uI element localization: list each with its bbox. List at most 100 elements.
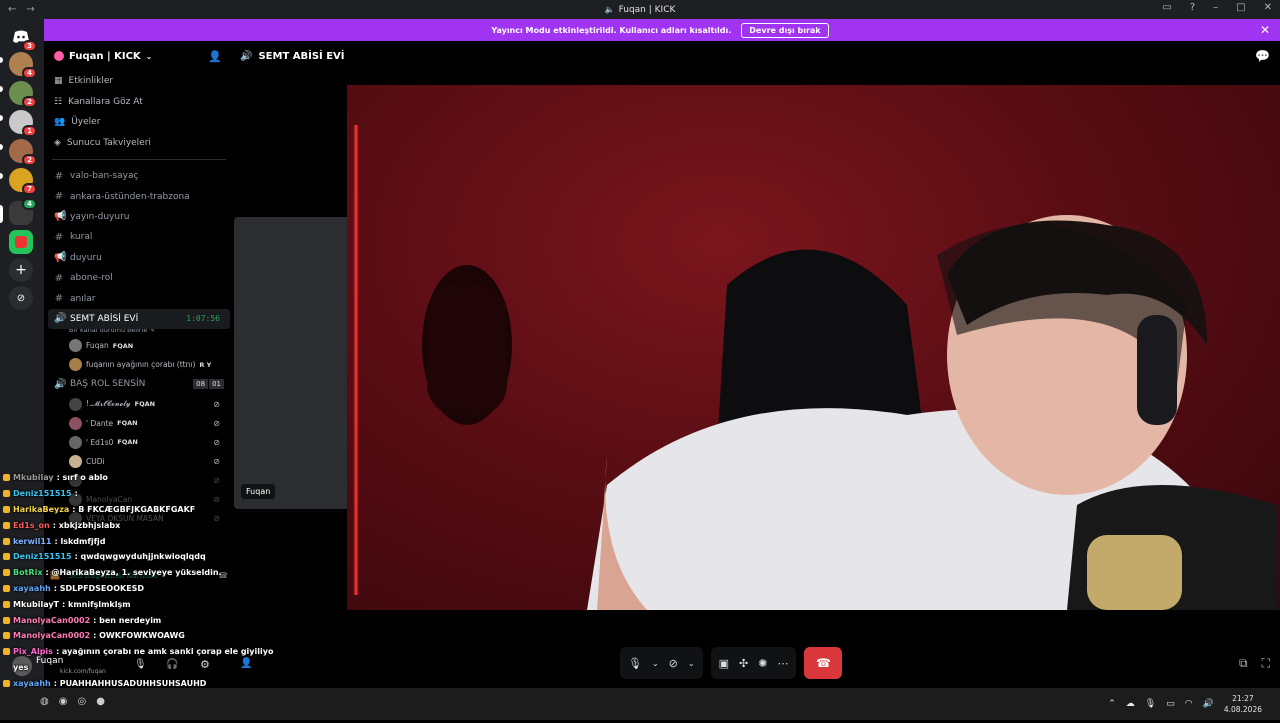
chat-username: ManolyaCan0002 <box>13 615 91 625</box>
explore-icon[interactable]: ⊘ <box>9 286 33 310</box>
voice-user[interactable]: ' Ed1s0 FQAN ⊘ <box>44 433 234 452</box>
close-banner-icon[interactable]: ✕ <box>1260 23 1270 37</box>
chat-message: ManolyaCan0002: ben nerdeyim <box>0 612 340 628</box>
stream-chat-overlay: Mkubilay: sırf o ablo Deniz151515: HarikaB… <box>0 470 376 723</box>
guild-header[interactable]: Fuqan | KICK ⌄ 👤 <box>44 41 234 71</box>
voice-channel-bas-rol-sensin[interactable]: 🔊 BAŞ ROL SENSİN 08 01 <box>44 374 234 394</box>
app-icon[interactable]: ◍ <box>40 696 49 707</box>
deafened-icon: ⊘ <box>213 456 220 466</box>
cloud-icon[interactable]: ☁ <box>1126 699 1135 709</box>
more-icon[interactable]: ⋯ <box>777 657 788 670</box>
kick-server-icon[interactable] <box>9 230 33 254</box>
deafened-icon: ⊘ <box>213 399 220 409</box>
call-controls: 🎙 ⌄ ⊘ ⌄ ▣ ✣ ✺ ⋯ ☎ <box>620 647 843 679</box>
microphone-icon[interactable]: 🎙 <box>628 657 642 670</box>
voice-user[interactable]: ' Dante FQAN ⊘ <box>44 414 234 433</box>
chat-username: ManolyaCan0002 <box>13 631 91 641</box>
app-icon[interactable]: ● <box>96 696 105 707</box>
app-icon[interactable]: ◉ <box>59 696 68 707</box>
chevron-down-icon[interactable]: ⌄ <box>688 659 695 668</box>
voice-user[interactable]: fuqanın ayağının çorabı (ttnı) R Y <box>44 355 234 374</box>
soundboard-icon[interactable]: ✺ <box>758 657 767 670</box>
channel-item[interactable]: # anılar <box>44 288 234 308</box>
minimize-icon[interactable]: – <box>1213 2 1218 13</box>
monitor-icon[interactable]: ▭ <box>1166 699 1175 709</box>
chat-text: : qwdqwgwyduhjjnkwioqlqdq <box>74 552 206 562</box>
unread-pill <box>0 115 3 121</box>
channel-item[interactable]: # abone-rol <box>44 268 234 288</box>
chat-badge-icon <box>3 505 10 513</box>
menu-events[interactable]: ▦ Etkinlikler <box>44 71 234 92</box>
voice-timer: 1:07:56 <box>186 314 220 324</box>
server-icon[interactable]: 4 <box>9 52 37 79</box>
wifi-icon[interactable]: ◠ <box>1185 699 1193 709</box>
chat-badge-icon <box>3 679 10 687</box>
chat-badge-icon <box>3 600 10 608</box>
leave-call-button[interactable]: ☎ <box>804 647 843 679</box>
chat-bubble-icon[interactable]: 💬 <box>1255 49 1270 63</box>
close-window-icon[interactable]: ✕ <box>1264 2 1272 13</box>
discord-home-icon[interactable]: 3 <box>9 25 37 52</box>
chat-message: ManolyaCan0002: OWKFOWKWOAWG <box>0 628 340 644</box>
avatar <box>69 435 82 449</box>
chat-message: Mkubilay: sırf o ablo <box>0 470 340 486</box>
fullscreen-icon[interactable]: ⛶ <box>1262 656 1270 671</box>
speaker-icon: 🔊 <box>54 313 67 325</box>
channel-item[interactable]: 📢 yayın-duyuru <box>44 207 234 227</box>
menu-members[interactable]: 👥 Üyeler <box>44 112 234 133</box>
unread-pill <box>0 173 3 179</box>
chat-username: Deniz151515 <box>13 489 72 499</box>
chevron-up-icon[interactable]: ⌃ <box>1108 699 1116 709</box>
voice-user[interactable]: !.𝓜𝓻𝓽𝓒𝓸𝓷𝓮𝓵𝔂 FQAN ⊘ <box>44 395 234 414</box>
activities-icon[interactable]: ✣ <box>739 657 748 670</box>
help-icon[interactable]: ? <box>1190 2 1195 13</box>
server-icon[interactable]: 2 <box>9 139 37 166</box>
voice-user[interactable]: Fuqan FQAN <box>44 336 234 355</box>
voice-user[interactable]: CUDi ⊘ <box>44 452 234 471</box>
voice-header: 🔊 SEMT ABİSİ EVİ 💬 <box>234 41 1280 71</box>
disable-streamer-mode-button[interactable]: Devre dışı bırak <box>741 22 829 38</box>
avatar <box>69 454 82 468</box>
volume-icon[interactable]: 🔊 <box>1203 699 1214 709</box>
server-icon[interactable]: 4 <box>9 198 37 225</box>
app-icon[interactable]: ◎ <box>77 696 86 707</box>
channel-item[interactable]: # valo-ban-sayaç <box>44 166 234 186</box>
popout-icon[interactable]: ⧉ <box>1239 656 1248 671</box>
invite-people-icon[interactable]: 👤 <box>208 50 222 63</box>
camera-off-icon[interactable]: ⊘ <box>669 657 678 670</box>
chevron-down-icon[interactable]: ⌄ <box>652 659 659 668</box>
menu-browse-channels[interactable]: ☷ Kanallara Göz At <box>44 92 234 113</box>
screen-share-icon[interactable]: ▣ <box>719 657 729 670</box>
participant-tile[interactable]: Fuqan <box>234 217 347 509</box>
channel-item[interactable]: 📢 duyuru <box>44 248 234 268</box>
server-badge: 4 <box>22 198 37 210</box>
server-icon[interactable]: 1 <box>9 110 37 137</box>
screen-share-video[interactable] <box>347 85 1280 610</box>
avatar <box>69 397 82 411</box>
chat-badge-icon <box>3 474 10 482</box>
server-icon[interactable]: 7 <box>9 168 37 195</box>
mic-tray-icon[interactable]: 🎙 <box>1145 699 1156 709</box>
clock[interactable]: 21:27 4.08.2026 <box>1224 693 1262 715</box>
stream-frame <box>347 85 1280 610</box>
streamer-mode-banner: Yayıncı Modu etkinleştirildi. Kullanıcı … <box>40 19 1280 41</box>
maximize-icon[interactable]: □ <box>1236 2 1245 13</box>
menu-server-boosts[interactable]: ◈ Sunucu Takviyeleri <box>44 133 234 154</box>
add-server-icon[interactable]: + <box>9 258 33 282</box>
server-badge: 4 <box>22 67 37 79</box>
channel-item[interactable]: # kural <box>44 227 234 247</box>
banner-text: Yayıncı Modu etkinleştirildi. Kullanıcı … <box>491 25 732 35</box>
chat-message: kerwil11: lskdmfjfjd <box>0 533 340 549</box>
chat-text: : PUAHHAHHUSADUHHSUHSAUHD <box>53 678 207 688</box>
unread-pill <box>0 57 3 63</box>
voice-channel-semt-abisi-evi[interactable]: 🔊 SEMT ABİSİ EVİ 1:07:56 <box>48 308 230 330</box>
chat-message: MkubilayT: kmnifşlmklşm <box>0 596 340 612</box>
avatar <box>69 339 82 353</box>
taskbar: ◍ ◉ ◎ ● ⌃ ☁ 🎙 ▭ ◠ 🔊 21:27 4.08.2026 <box>0 688 1280 720</box>
channel-item[interactable]: # ankara-üstünden-trabzona <box>44 186 234 206</box>
server-icon[interactable]: 2 <box>9 81 37 108</box>
inbox-icon[interactable]: ▭ <box>1162 2 1171 13</box>
divider <box>52 159 226 160</box>
chat-text: : lskdmfjfjd <box>54 536 106 546</box>
chat-badge-icon <box>3 616 10 624</box>
